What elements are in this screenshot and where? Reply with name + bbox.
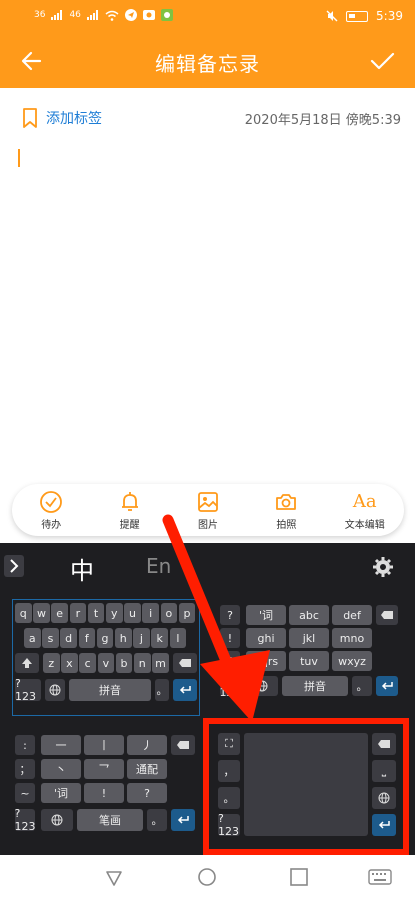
system-nav-bar [0,855,415,900]
back-triangle-icon[interactable] [104,868,124,888]
home-circle-icon[interactable] [197,867,217,887]
keyboard-icon[interactable] [368,869,392,885]
recents-square-icon[interactable] [290,868,308,886]
annotation-arrow [162,514,270,722]
